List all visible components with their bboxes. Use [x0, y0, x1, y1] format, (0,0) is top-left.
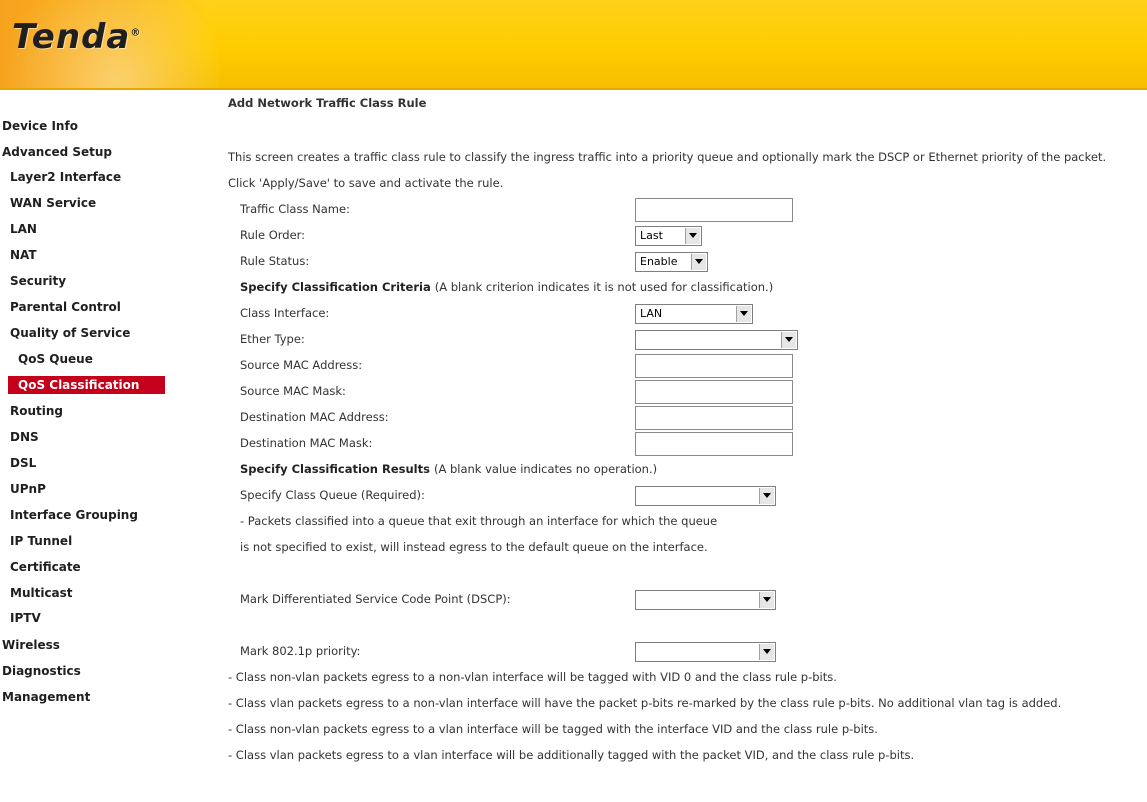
sidebar-item-lan[interactable]: LAN: [10, 219, 37, 239]
ether-type-label: Ether Type:: [240, 332, 305, 346]
priority-8021p-select[interactable]: [635, 642, 776, 662]
class-interface-value: LAN: [640, 307, 663, 320]
logo-registered-mark: ®: [130, 27, 142, 39]
criteria-heading-text: Specify Classification Criteria: [240, 280, 431, 294]
source-mac-address-label: Source MAC Address:: [240, 358, 363, 372]
rule-order-value: Last: [640, 229, 663, 242]
sidebar-item-routing[interactable]: Routing: [10, 401, 63, 421]
chevron-down-icon[interactable]: [691, 254, 706, 270]
criteria-note: (A blank criterion indicates it is not u…: [434, 280, 774, 294]
results-note: (A blank value indicates no operation.): [433, 462, 658, 476]
rule-status-select[interactable]: Enable: [635, 252, 708, 272]
class-queue-label: Specify Class Queue (Required):: [240, 488, 425, 502]
chevron-down-icon[interactable]: [685, 228, 700, 244]
queue-note-line2: is not specified to exist, will instead …: [240, 540, 708, 554]
tenda-logo: Tenda®: [12, 17, 141, 57]
results-heading-text: Specify Classification Results: [240, 462, 430, 476]
vlan-note-3: - Class non-vlan packets egress to a vla…: [228, 722, 878, 736]
sidebar-item-wan-service[interactable]: WAN Service: [10, 193, 96, 213]
destination-mac-address-label: Destination MAC Address:: [240, 410, 389, 424]
rule-order-label: Rule Order:: [240, 228, 306, 242]
traffic-class-name-input[interactable]: [635, 198, 793, 222]
rule-order-select[interactable]: Last: [635, 226, 702, 246]
queue-note-line1: - Packets classified into a queue that e…: [240, 514, 718, 528]
sidebar-item-security[interactable]: Security: [10, 271, 66, 291]
sidebar-item-wireless[interactable]: Wireless: [2, 635, 60, 655]
rule-status-label: Rule Status:: [240, 254, 310, 268]
class-queue-select[interactable]: [635, 486, 776, 506]
destination-mac-mask-label: Destination MAC Mask:: [240, 436, 373, 450]
source-mac-mask-label: Source MAC Mask:: [240, 384, 346, 398]
apply-save-instruction: Click 'Apply/Save' to save and activate …: [228, 176, 504, 190]
class-interface-label: Class Interface:: [240, 306, 330, 320]
header-banner: Tenda®: [0, 0, 1147, 88]
sidebar-item-qos-classification[interactable]: QoS Classification: [8, 376, 165, 394]
source-mac-address-input[interactable]: [635, 354, 793, 378]
class-interface-select[interactable]: LAN: [635, 304, 753, 324]
source-mac-mask-input[interactable]: [635, 380, 793, 404]
sidebar-item-ip-tunnel[interactable]: IP Tunnel: [10, 531, 72, 551]
vlan-note-1: - Class non-vlan packets egress to a non…: [228, 670, 837, 684]
sidebar-item-diagnostics[interactable]: Diagnostics: [2, 661, 81, 681]
main-content: Add Network Traffic Class Rule This scre…: [212, 90, 1147, 802]
sidebar-item-parental-control[interactable]: Parental Control: [10, 297, 121, 317]
destination-mac-mask-input[interactable]: [635, 432, 793, 456]
sidebar-item-interface-grouping[interactable]: Interface Grouping: [10, 505, 138, 525]
sidebar-item-dns[interactable]: DNS: [10, 427, 39, 447]
sidebar-item-dsl[interactable]: DSL: [10, 453, 36, 473]
sidebar-item-upnp[interactable]: UPnP: [10, 479, 46, 499]
sidebar-nav: Device Info Advanced Setup Layer2 Interf…: [0, 90, 212, 802]
sidebar-item-multicast[interactable]: Multicast: [10, 583, 73, 603]
sidebar-item-certificate[interactable]: Certificate: [10, 557, 81, 577]
priority-8021p-label: Mark 802.1p priority:: [240, 644, 361, 658]
criteria-heading: Specify Classification Criteria (A blank…: [240, 280, 773, 294]
chevron-down-icon[interactable]: [759, 592, 774, 608]
destination-mac-address-input[interactable]: [635, 406, 793, 430]
sidebar-item-iptv[interactable]: IPTV: [10, 608, 41, 628]
sidebar-item-qos-queue[interactable]: QoS Queue: [18, 349, 93, 369]
logo-text: Tenda: [12, 17, 131, 57]
traffic-class-name-label: Traffic Class Name:: [240, 202, 350, 216]
rule-status-value: Enable: [640, 255, 678, 268]
sidebar-item-device-info[interactable]: Device Info: [2, 116, 78, 136]
vlan-note-4: - Class vlan packets egress to a vlan in…: [228, 748, 915, 762]
dscp-label: Mark Differentiated Service Code Point (…: [240, 592, 511, 606]
sidebar-item-quality-of-service[interactable]: Quality of Service: [10, 323, 130, 343]
dscp-select[interactable]: [635, 590, 776, 610]
chevron-down-icon[interactable]: [759, 488, 774, 504]
results-heading: Specify Classification Results (A blank …: [240, 462, 657, 476]
ether-type-select[interactable]: [635, 330, 798, 350]
chevron-down-icon[interactable]: [736, 306, 751, 322]
sidebar-item-management[interactable]: Management: [2, 687, 90, 707]
chevron-down-icon[interactable]: [759, 644, 774, 660]
sidebar-item-layer2-interface[interactable]: Layer2 Interface: [10, 167, 121, 187]
sidebar-item-advanced-setup[interactable]: Advanced Setup: [2, 142, 112, 162]
page-title: Add Network Traffic Class Rule: [228, 96, 427, 110]
vlan-note-2: - Class vlan packets egress to a non-vla…: [228, 696, 1062, 710]
sidebar-item-nat[interactable]: NAT: [10, 245, 37, 265]
intro-text: This screen creates a traffic class rule…: [228, 150, 1107, 164]
chevron-down-icon[interactable]: [781, 332, 796, 348]
